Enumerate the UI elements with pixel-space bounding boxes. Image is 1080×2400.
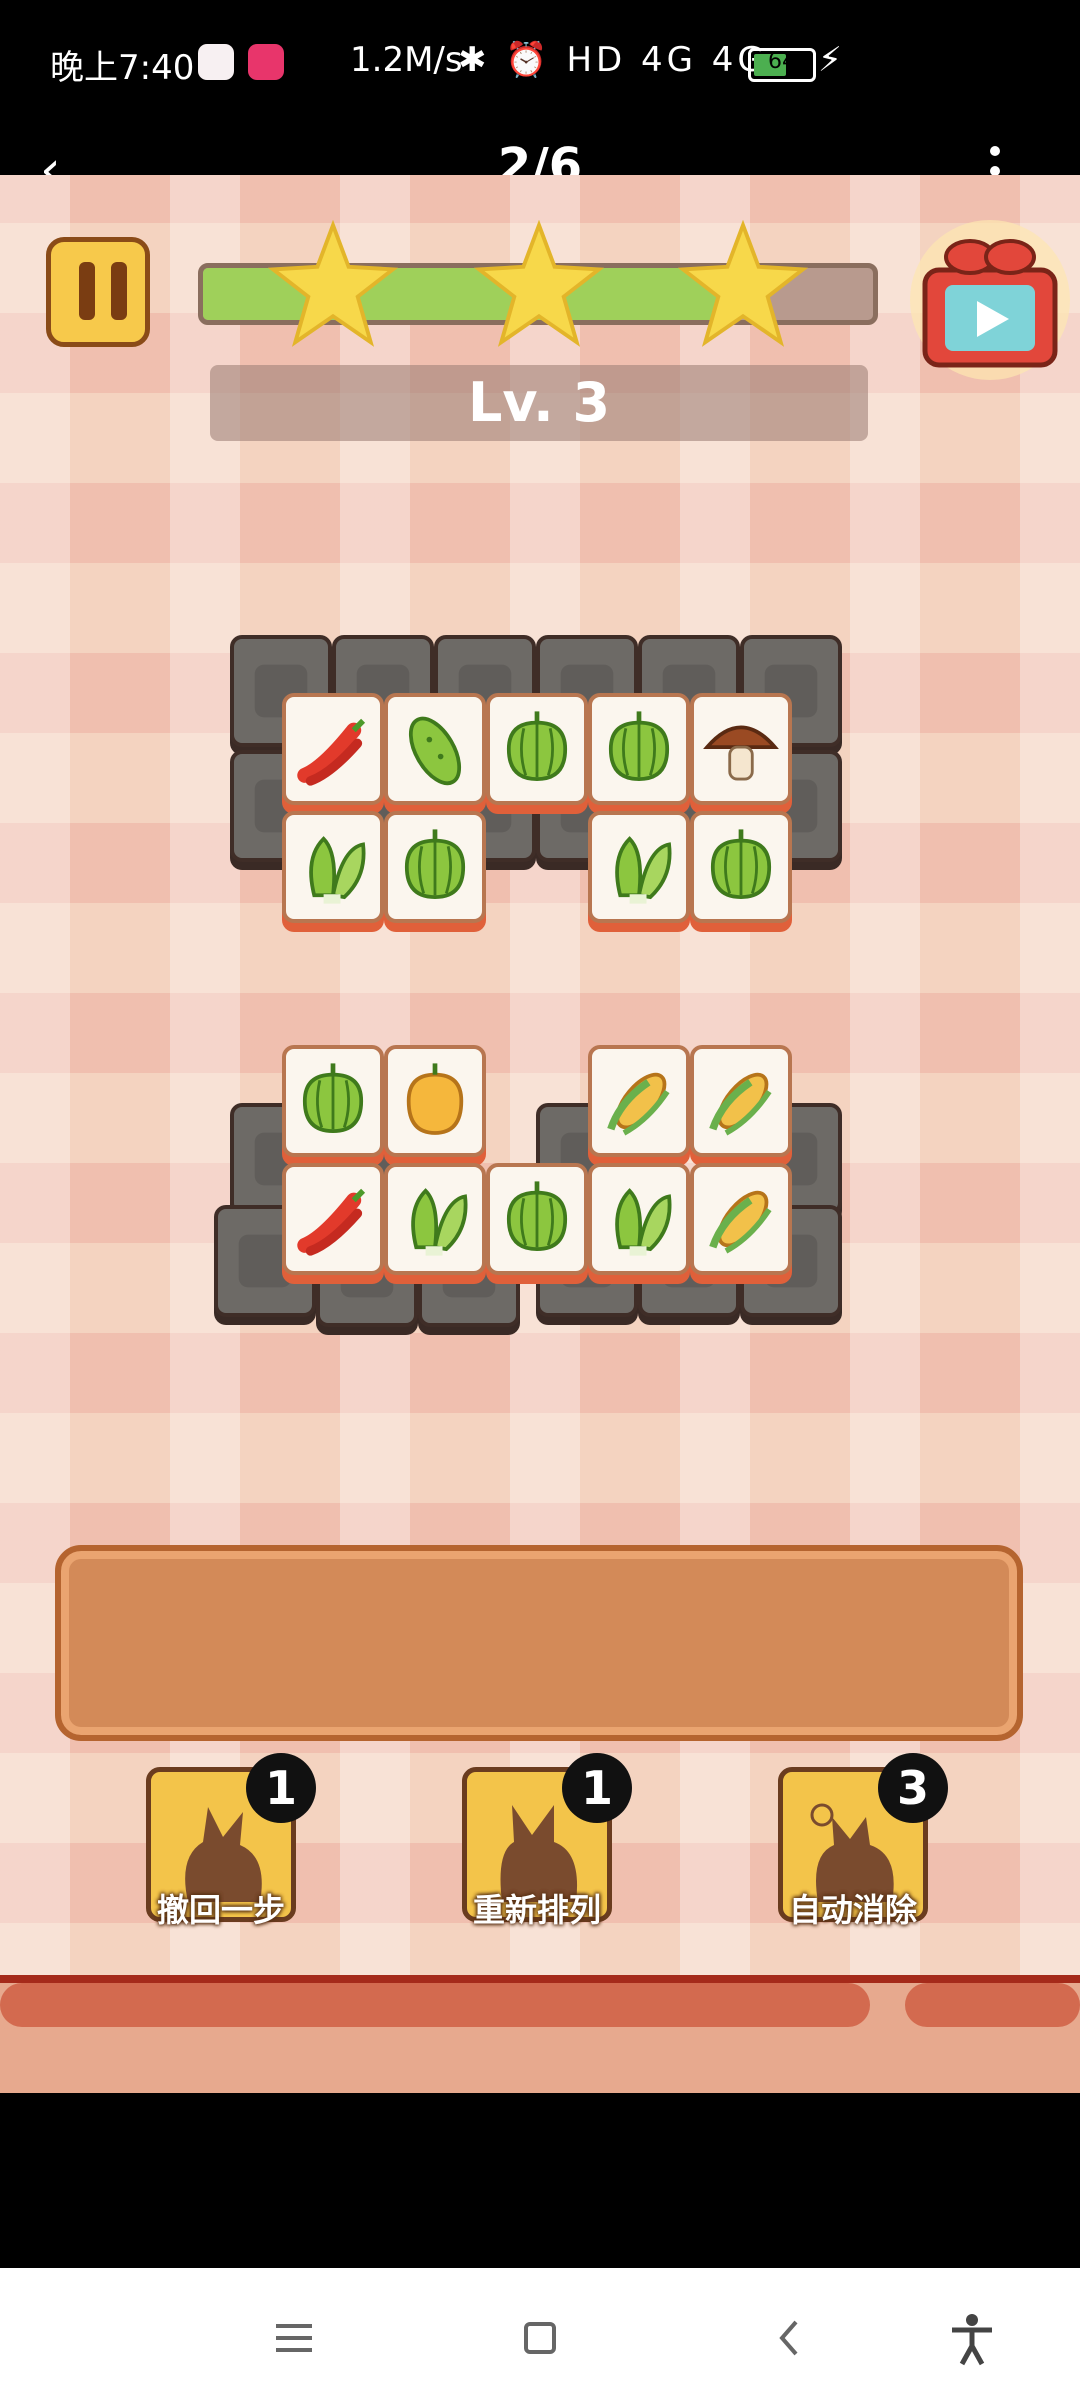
tool-count-badge: 1: [246, 1753, 316, 1823]
app-notification-icon: [198, 44, 234, 80]
tile[interactable]: [282, 811, 384, 923]
gift-video-icon[interactable]: [905, 215, 1075, 385]
tool-label: 撤回一步: [156, 1891, 285, 1929]
green-pepper-icon: [302, 1063, 364, 1133]
accessibility-icon[interactable]: [942, 2308, 1002, 2368]
tile[interactable]: [588, 693, 690, 805]
tile[interactable]: [384, 1045, 486, 1157]
tile[interactable]: [282, 1163, 384, 1275]
tile[interactable]: [282, 1045, 384, 1157]
tile[interactable]: [384, 811, 486, 923]
undo-tool-button[interactable]: 1 撤回一步: [146, 1753, 316, 1929]
tile[interactable]: [588, 811, 690, 923]
tile[interactable]: [384, 693, 486, 805]
chili-icon: [297, 718, 366, 786]
green-pepper-icon: [404, 829, 466, 899]
tile[interactable]: [282, 693, 384, 805]
game-board: Lv. 3 1 撤回一步 1 重新排列 3 自动消除: [0, 175, 1080, 2093]
green-pepper-icon: [506, 1181, 568, 1251]
tool-count-badge: 3: [878, 1753, 948, 1823]
green-pepper-icon: [710, 829, 772, 899]
shield-app-icon: [248, 44, 284, 80]
battery-icon: 64: [748, 48, 816, 82]
tool-count-badge: 1: [562, 1753, 632, 1823]
level-label: Lv. 3: [210, 365, 868, 441]
status-time: 晚上7:40: [50, 48, 195, 88]
menu-icon[interactable]: [264, 2308, 324, 2368]
tile[interactable]: [690, 1163, 792, 1275]
cucumber-icon: [408, 716, 462, 786]
star-icon: [474, 220, 604, 347]
tile[interactable]: [690, 693, 792, 805]
tile[interactable]: [384, 1163, 486, 1275]
charging-icon: ⚡: [818, 40, 842, 80]
tile[interactable]: [690, 811, 792, 923]
pause-button[interactable]: [46, 237, 150, 347]
yellow-pepper-icon: [406, 1063, 464, 1135]
tile[interactable]: [588, 1163, 690, 1275]
star-icon: [678, 220, 808, 347]
status-icons: ✱ ⏰ HD 4G 4G: [458, 40, 768, 80]
green-pepper-icon: [506, 711, 568, 781]
tile[interactable]: [588, 1045, 690, 1157]
tile[interactable]: [690, 1045, 792, 1157]
mushroom-icon: [703, 725, 779, 781]
status-bar: 晚上7:40 1.2M/s ✱ ⏰ HD 4G 4G 64 ⚡: [0, 0, 1080, 130]
corn-icon: [709, 1072, 772, 1136]
auto-clear-tool-button[interactable]: 3 自动消除: [778, 1753, 948, 1929]
back-nav-icon[interactable]: [760, 2308, 820, 2368]
corn-icon: [709, 1190, 772, 1254]
bok-choy-icon: [309, 836, 366, 904]
tile[interactable]: [486, 693, 588, 805]
tool-label: 重新排列: [472, 1891, 601, 1929]
tile[interactable]: [486, 1163, 588, 1275]
tile-tray: [55, 1545, 1023, 1741]
network-speed: 1.2M/s: [350, 40, 463, 80]
corn-icon: [607, 1072, 670, 1136]
home-icon[interactable]: [510, 2308, 570, 2368]
tool-label: 自动消除: [788, 1891, 917, 1929]
system-nav-bar: [0, 2268, 1080, 2400]
green-pepper-icon: [608, 711, 670, 781]
floor-decoration: [0, 1975, 1080, 2093]
chili-icon: [297, 1188, 366, 1256]
shuffle-tool-button[interactable]: 1 重新排列: [462, 1753, 632, 1929]
bok-choy-icon: [615, 1188, 672, 1256]
bok-choy-icon: [411, 1188, 468, 1256]
star-icon: [268, 220, 398, 347]
bok-choy-icon: [615, 836, 672, 904]
